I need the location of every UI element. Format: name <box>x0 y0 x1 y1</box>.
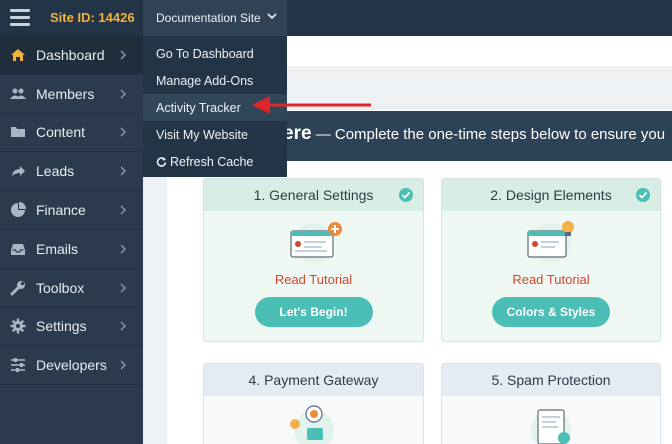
card-header: 2. Design Elements <box>442 179 660 211</box>
card-title: 5. Spam Protection <box>491 372 611 388</box>
card-title: 1. General Settings <box>253 187 374 203</box>
banner-heading-fragment: ere <box>283 123 312 144</box>
sliders-icon <box>11 358 25 373</box>
sidebar-item-label: Settings <box>36 318 87 335</box>
sidebar-item-content[interactable]: Content <box>0 114 143 153</box>
sidebar-item-label: Content <box>36 124 86 141</box>
read-tutorial-link[interactable]: Read Tutorial <box>204 272 423 287</box>
home-icon <box>11 48 25 61</box>
users-icon <box>10 88 26 99</box>
check-circle-icon <box>399 188 413 202</box>
settings-illustration-icon <box>289 222 342 263</box>
chevron-right-icon <box>120 166 127 176</box>
chevron-right-icon <box>120 283 127 293</box>
menu-item-label: Refresh Cache <box>170 154 254 169</box>
sidebar-item-settings[interactable]: Settings <box>0 308 143 347</box>
sidebar-item-label: Emails <box>36 240 79 257</box>
card-title: 2. Design Elements <box>490 187 612 203</box>
chevron-right-icon <box>120 89 127 99</box>
sidebar: Dashboard Members Content Leads Finance … <box>0 36 143 444</box>
sidebar-item-dashboard[interactable]: Dashboard <box>0 36 143 75</box>
wrench-icon <box>10 280 25 296</box>
menu-item-manage-add-ons[interactable]: Manage Add-Ons <box>143 67 287 94</box>
check-circle-icon <box>636 188 650 202</box>
sidebar-item-label: Finance <box>36 202 86 219</box>
sidebar-item-leads[interactable]: Leads <box>0 152 143 192</box>
payment-illustration-icon <box>289 405 334 444</box>
card-header: 5. Spam Protection <box>442 364 660 396</box>
sidebar-item-label: Leads <box>36 163 75 180</box>
menu-item-refresh-cache[interactable]: Refresh Cache <box>143 148 287 175</box>
chevron-right-icon <box>120 360 127 370</box>
banner-instructions: — Complete the one-time steps below to e… <box>311 126 666 143</box>
spam-protection-illustration-icon <box>531 409 571 444</box>
step-card-spam-protection: 5. Spam Protection <box>441 363 661 444</box>
design-illustration-icon <box>527 221 574 263</box>
menu-item-go-to-dashboard[interactable]: Go To Dashboard <box>143 40 287 67</box>
site-selector-label: Documentation Site <box>156 11 261 25</box>
colors-and-styles-button[interactable]: Colors & Styles <box>492 297 610 327</box>
pie-chart-icon <box>11 202 26 218</box>
banner-text: ere — Complete the one-time steps below … <box>283 123 665 145</box>
site-selector-dropdown[interactable]: Documentation Site <box>143 0 287 36</box>
menu-item-visit-my-website[interactable]: Visit My Website <box>143 121 287 148</box>
chevron-right-icon <box>120 244 127 254</box>
inbox-icon <box>11 243 25 255</box>
chevron-down-icon <box>267 13 277 20</box>
share-icon <box>12 166 25 177</box>
sidebar-item-label: Developers <box>36 357 107 374</box>
sidebar-item-toolbox[interactable]: Toolbox <box>0 269 143 308</box>
chevron-right-icon <box>120 50 127 60</box>
card-header: 4. Payment Gateway <box>204 364 423 396</box>
sidebar-item-developers[interactable]: Developers <box>0 346 143 386</box>
card-title: 4. Payment Gateway <box>248 372 379 388</box>
sidebar-item-label: Toolbox <box>36 279 85 296</box>
chevron-right-icon <box>120 321 127 331</box>
card-header: 1. General Settings <box>204 179 423 211</box>
step-card-general-settings: 1. General Settings Read Tutorial Let's … <box>203 178 424 342</box>
sidebar-item-label: Dashboard <box>36 46 105 63</box>
read-tutorial-link[interactable]: Read Tutorial <box>442 272 660 287</box>
step-card-payment-gateway: 4. Payment Gateway <box>203 363 424 444</box>
top-bar: Site ID: 14426 Documentation Site <box>0 0 672 36</box>
annotation-arrow <box>252 96 371 114</box>
site-id-label: Site ID: 14426 <box>50 10 135 25</box>
lets-begin-button[interactable]: Let's Begin! <box>254 297 373 327</box>
sidebar-item-emails[interactable]: Emails <box>0 230 143 269</box>
sidebar-item-label: Members <box>36 85 95 102</box>
sidebar-item-members[interactable]: Members <box>0 75 143 114</box>
sidebar-item-finance[interactable]: Finance <box>0 191 143 230</box>
gear-icon <box>10 318 26 334</box>
folder-icon <box>11 127 25 138</box>
hamburger-menu-icon[interactable] <box>10 9 30 27</box>
chevron-right-icon <box>120 127 127 138</box>
refresh-icon <box>156 157 167 167</box>
chevron-right-icon <box>120 205 127 215</box>
step-card-design-elements: 2. Design Elements Read Tutorial Colors … <box>441 178 661 342</box>
